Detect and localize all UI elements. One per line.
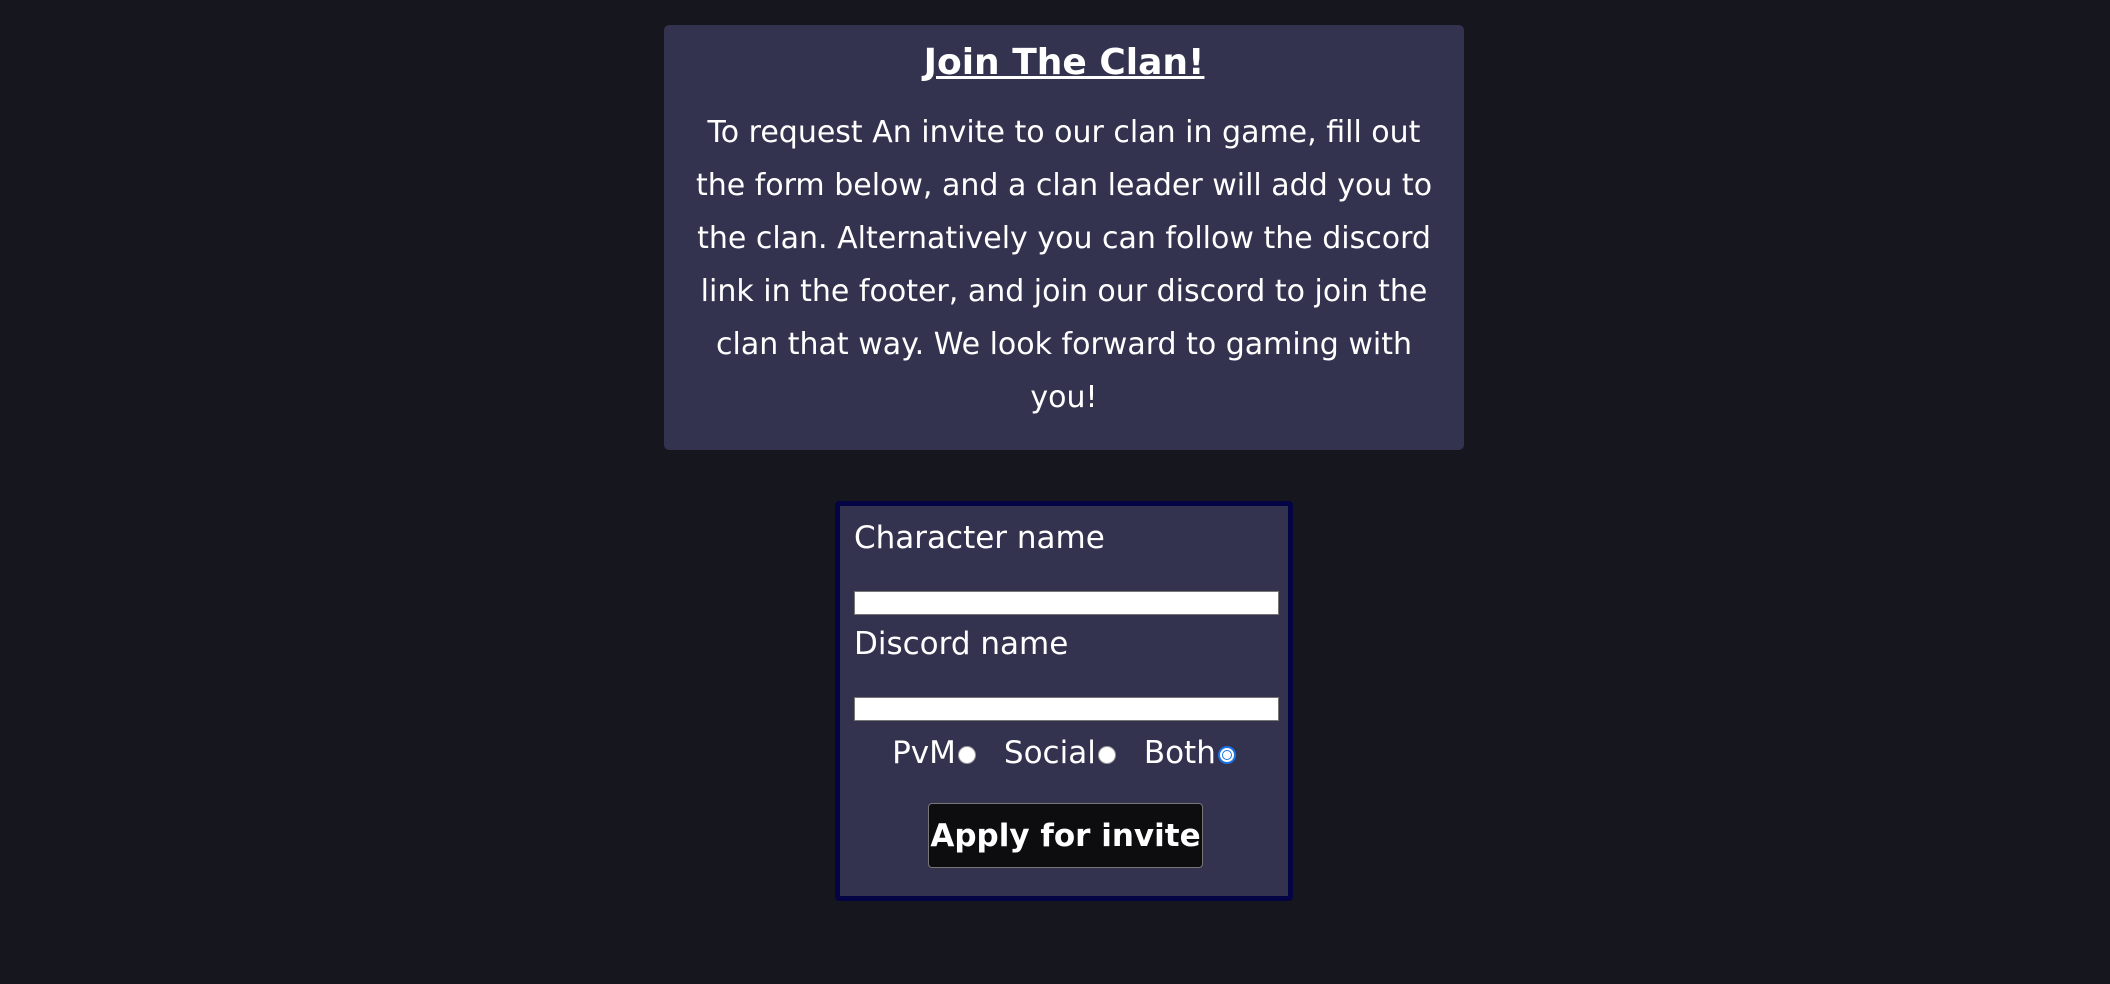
- page-title: Join The Clan!: [923, 42, 1205, 83]
- radio-label-social: Social: [1003, 735, 1096, 771]
- radio-option-pvm[interactable]: PvM: [892, 735, 976, 771]
- discord-name-label: Discord name: [854, 626, 1069, 662]
- playstyle-radio-group: PvM Social Both: [840, 735, 1288, 771]
- radio-social[interactable]: [1097, 746, 1116, 764]
- intro-card: Join The Clan! To request An invite to o…: [664, 25, 1464, 450]
- apply-for-invite-button[interactable]: Apply for invite: [928, 803, 1203, 868]
- invite-form: Character name Discord name PvM Social B…: [835, 501, 1293, 901]
- radio-label-pvm: PvM: [892, 735, 956, 771]
- character-name-input[interactable]: [854, 591, 1279, 615]
- character-name-label: Character name: [854, 520, 1105, 556]
- intro-text: To request An invite to our clan in game…: [695, 115, 1433, 416]
- radio-pvm[interactable]: [957, 746, 976, 764]
- radio-option-both[interactable]: Both: [1144, 735, 1236, 771]
- radio-option-social[interactable]: Social: [1004, 735, 1116, 771]
- radio-both[interactable]: [1217, 746, 1236, 764]
- radio-label-both: Both: [1143, 735, 1216, 771]
- discord-name-input[interactable]: [854, 697, 1279, 721]
